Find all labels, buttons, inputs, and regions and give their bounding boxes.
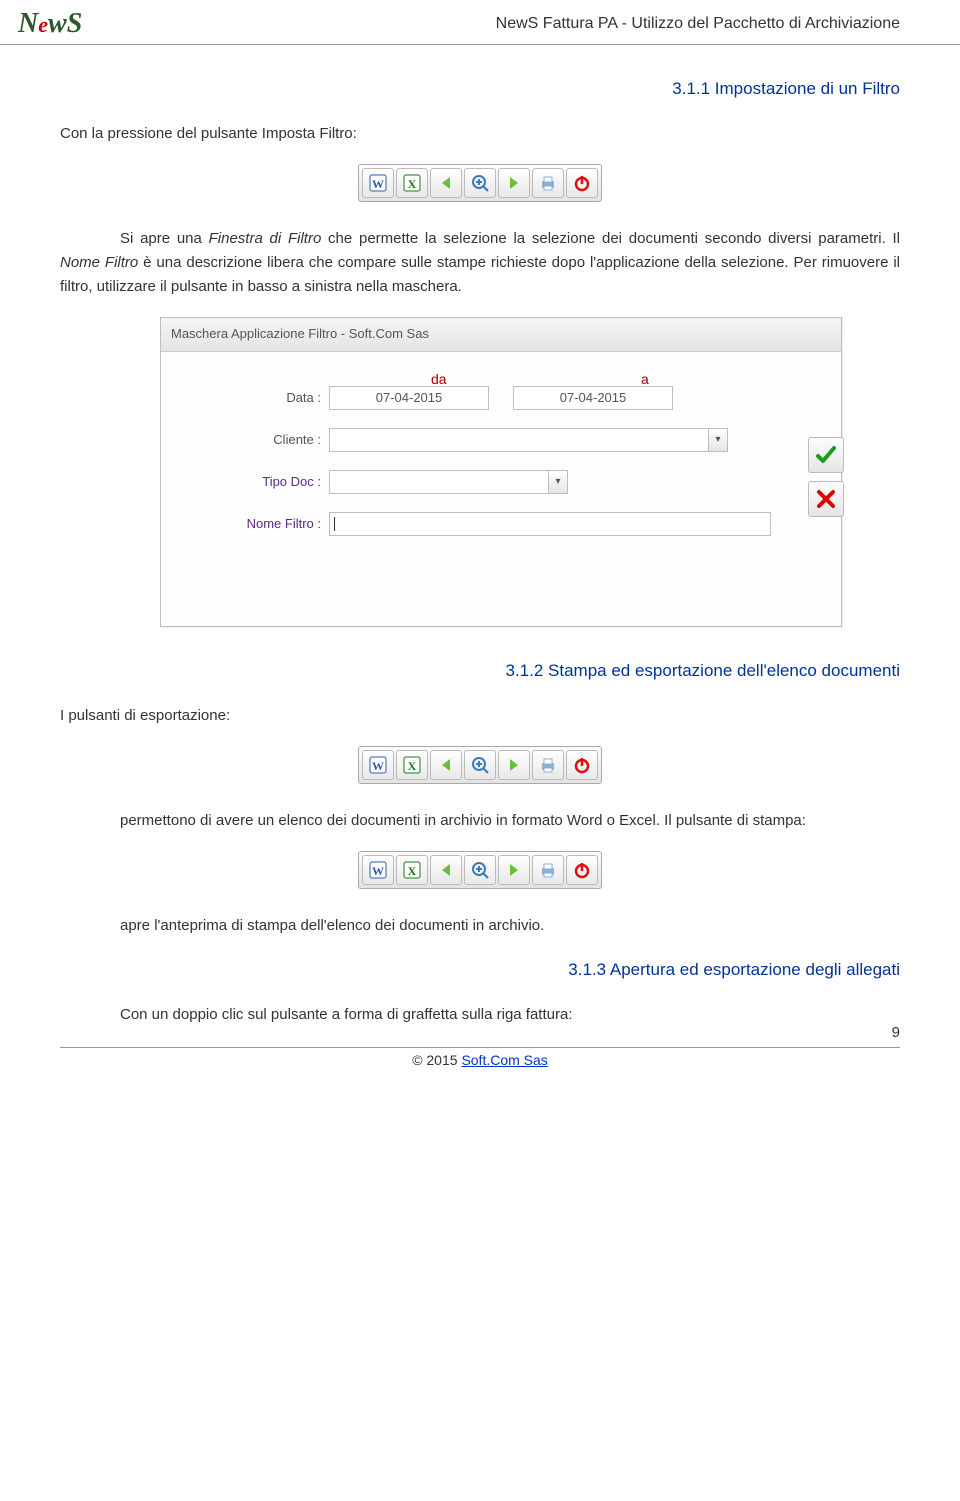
input-data-a[interactable] — [513, 386, 673, 410]
next-arrow-button[interactable] — [498, 750, 530, 780]
label-tipo-doc: Tipo Doc : — [171, 472, 329, 493]
power-button[interactable] — [566, 855, 598, 885]
cancel-button[interactable] — [808, 481, 844, 517]
document-title: NewS Fattura PA - Utilizzo del Pacchetto… — [496, 15, 900, 33]
label-nome-filtro: Nome Filtro : — [171, 514, 329, 535]
paragraph-attachments: Con un doppio clic sul pulsante a forma … — [60, 1003, 900, 1027]
input-cliente[interactable] — [329, 428, 709, 452]
print-button[interactable] — [532, 750, 564, 780]
prev-arrow-button[interactable] — [430, 168, 462, 198]
input-nome-filtro[interactable] — [329, 512, 771, 536]
column-header-a: a — [641, 368, 649, 390]
excel-export-button[interactable]: X — [396, 750, 428, 780]
power-button[interactable] — [566, 168, 598, 198]
dropdown-tipo-doc-icon[interactable]: ▾ — [549, 470, 568, 494]
export-toolbar: W X — [358, 746, 602, 784]
page-footer: 9 © 2015 Soft.Com Sas — [60, 1047, 900, 1068]
heading-3-1-1: 3.1.1 Impostazione di un Filtro — [60, 75, 900, 102]
dropdown-cliente-icon[interactable]: ▾ — [709, 428, 728, 452]
paragraph-print-preview: apre l'anteprima di stampa dell'elenco d… — [60, 914, 900, 938]
print-button[interactable] — [532, 168, 564, 198]
prev-arrow-button[interactable] — [430, 855, 462, 885]
paragraph-filter-window: Si apre una Finestra di Filtro che perme… — [60, 227, 900, 299]
svg-text:W: W — [372, 759, 384, 773]
svg-text:X: X — [408, 864, 417, 878]
copyright-text: © 2015 — [412, 1052, 461, 1068]
confirm-button[interactable] — [808, 437, 844, 473]
page-number: 9 — [892, 1024, 900, 1041]
filter-dialog: Maschera Applicazione Filtro - Soft.Com … — [160, 317, 842, 627]
svg-text:X: X — [408, 177, 417, 191]
column-header-da: da — [431, 368, 447, 390]
logo: NewS — [18, 8, 82, 40]
svg-text:X: X — [408, 759, 417, 773]
term-finestra-di-filtro: Finestra di Filtro — [209, 230, 322, 247]
word-export-button[interactable]: W — [362, 855, 394, 885]
paragraph-export-description: permettono di avere un elenco dei docume… — [60, 809, 900, 833]
label-cliente: Cliente : — [171, 430, 329, 451]
zoom-button[interactable] — [464, 855, 496, 885]
heading-3-1-3: 3.1.3 Apertura ed esportazione degli all… — [60, 956, 900, 983]
next-arrow-button[interactable] — [498, 855, 530, 885]
zoom-button[interactable] — [464, 750, 496, 780]
excel-export-button[interactable]: X — [396, 855, 428, 885]
print-button[interactable] — [532, 855, 564, 885]
zoom-button[interactable] — [464, 168, 496, 198]
print-toolbar: W X — [358, 851, 602, 889]
intro-text-2: I pulsanti di esportazione: — [60, 704, 900, 728]
intro-text-1: Con la pressione del pulsante Imposta Fi… — [60, 122, 900, 146]
term-nome-filtro: Nome Filtro — [60, 254, 138, 271]
text-span: è una descrizione libera che compare sul… — [60, 254, 900, 295]
text-span: Si apre una — [120, 230, 209, 247]
svg-text:W: W — [372, 864, 384, 878]
filter-toolbar: W X — [358, 164, 602, 202]
svg-text:W: W — [372, 177, 384, 191]
dialog-title: Maschera Applicazione Filtro - Soft.Com … — [161, 318, 841, 352]
input-data-da[interactable] — [329, 386, 489, 410]
text-span: che permette la selezione la selezione d… — [321, 230, 900, 247]
word-export-button[interactable]: W — [362, 750, 394, 780]
prev-arrow-button[interactable] — [430, 750, 462, 780]
power-button[interactable] — [566, 750, 598, 780]
next-arrow-button[interactable] — [498, 168, 530, 198]
heading-3-1-2: 3.1.2 Stampa ed esportazione dell'elenco… — [60, 657, 900, 684]
footer-link[interactable]: Soft.Com Sas — [461, 1052, 547, 1068]
input-tipo-doc[interactable] — [329, 470, 549, 494]
label-data: Data : — [171, 388, 329, 409]
page-header: NewS NewS Fattura PA - Utilizzo del Pacc… — [0, 0, 960, 45]
word-export-button[interactable]: W — [362, 168, 394, 198]
excel-export-button[interactable]: X — [396, 168, 428, 198]
